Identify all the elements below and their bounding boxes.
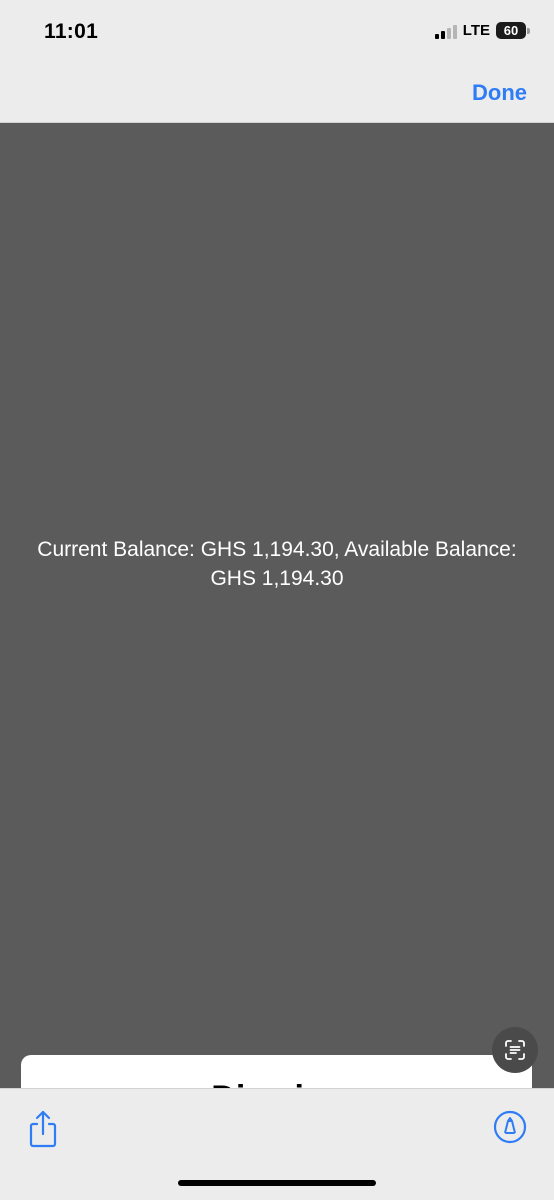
battery-icon: 60 bbox=[496, 22, 530, 39]
balance-text: Current Balance: GHS 1,194.30, Available… bbox=[37, 538, 517, 590]
live-text-button[interactable] bbox=[492, 1027, 538, 1073]
done-button[interactable]: Done bbox=[472, 80, 527, 106]
screen: 11:01 LTE 60 Done Current Balance: GHS 1… bbox=[0, 0, 554, 1200]
network-type: LTE bbox=[462, 22, 490, 39]
share-button[interactable] bbox=[26, 1109, 60, 1149]
live-text-icon bbox=[505, 1040, 525, 1060]
markup-icon bbox=[493, 1110, 527, 1144]
markup-button[interactable] bbox=[492, 1109, 528, 1145]
status-indicators: LTE 60 bbox=[434, 22, 530, 39]
share-icon bbox=[29, 1110, 57, 1148]
battery-level: 60 bbox=[496, 22, 526, 39]
top-bar: 11:01 LTE 60 Done bbox=[0, 0, 554, 123]
signal-icon bbox=[434, 23, 457, 39]
home-indicator[interactable] bbox=[178, 1180, 376, 1186]
battery-tip bbox=[527, 27, 530, 34]
status-time: 11:01 bbox=[44, 20, 99, 43]
